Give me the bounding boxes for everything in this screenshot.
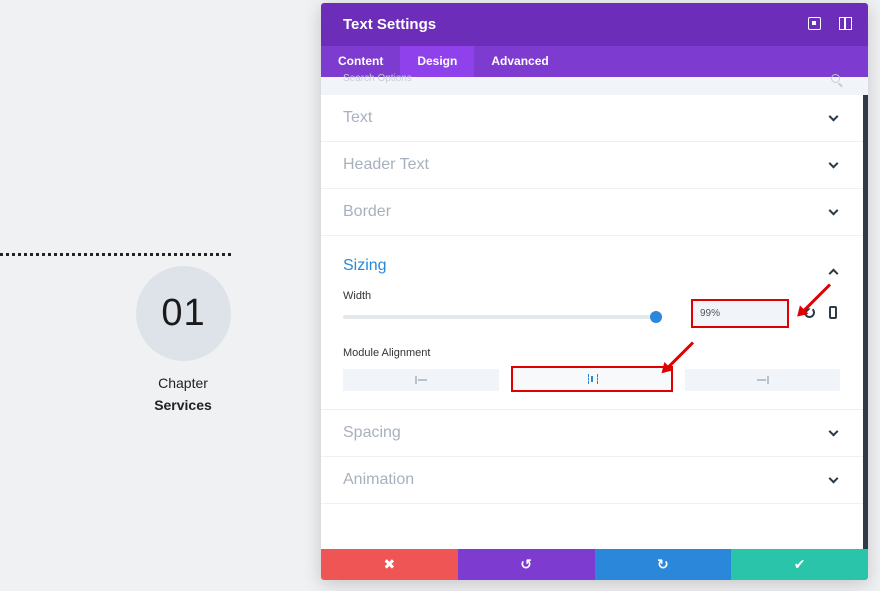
sizing-title[interactable]: Sizing — [343, 257, 387, 275]
align-center-button[interactable] — [511, 366, 673, 392]
width-slider-track[interactable] — [343, 315, 655, 319]
redo-button[interactable]: ↻ — [594, 549, 732, 580]
search-input[interactable] — [343, 73, 803, 84]
modal-title: Text Settings — [343, 16, 437, 33]
chevron-down-icon — [828, 158, 839, 169]
section-sizing: Sizing Width 99% Module Alignment — [321, 236, 863, 410]
expand-icon[interactable] — [808, 17, 821, 30]
section-spacing[interactable]: Spacing — [321, 410, 863, 457]
checkmark-icon: ✔ — [793, 556, 806, 572]
close-icon: ✖ — [383, 556, 396, 572]
section-title: Border — [343, 203, 392, 220]
section-text[interactable]: Text — [321, 95, 863, 142]
scrollbar[interactable] — [863, 95, 868, 549]
alignment-label: Module Alignment — [343, 347, 431, 359]
chevron-down-icon — [828, 111, 839, 122]
mobile-icon[interactable] — [829, 306, 837, 319]
sidebar-toggle-icon[interactable] — [839, 17, 852, 30]
undo-button[interactable]: ↺ — [457, 549, 595, 580]
chapter-number-circle: 01 — [136, 266, 231, 361]
text-settings-modal: Text Settings Content Design Advanced Te… — [321, 3, 868, 580]
align-right-icon — [756, 376, 769, 384]
redo-icon: ↻ — [657, 556, 669, 572]
align-center-icon — [586, 374, 598, 384]
align-right-button[interactable] — [685, 369, 840, 391]
section-border[interactable]: Border — [321, 189, 863, 236]
section-title: Spacing — [343, 424, 401, 441]
section-title: Header Text — [343, 156, 429, 173]
chevron-down-icon — [828, 473, 839, 484]
align-left-icon — [415, 376, 427, 384]
chevron-down-icon — [828, 426, 839, 437]
section-header-text[interactable]: Header Text — [321, 142, 863, 189]
chapter-label: Chapter — [158, 375, 208, 391]
cancel-button[interactable]: ✖ — [321, 549, 458, 580]
chevron-up-icon[interactable] — [828, 268, 839, 279]
align-left-button[interactable] — [343, 369, 499, 391]
search-bar — [321, 73, 868, 95]
save-button[interactable]: ✔ — [731, 549, 868, 580]
search-icon — [831, 74, 840, 83]
dotted-divider — [0, 253, 231, 256]
section-title: Text — [343, 109, 373, 126]
chapter-subtitle: Services — [154, 397, 212, 413]
width-label: Width — [343, 290, 372, 302]
undo-icon: ↺ — [520, 556, 532, 572]
chapter-number: 01 — [161, 292, 206, 334]
modal-footer: ✖ ↺ ↻ ✔ — [321, 549, 868, 580]
width-value: 99% — [700, 308, 721, 319]
chevron-down-icon — [828, 205, 839, 216]
width-slider-handle[interactable] — [650, 311, 662, 323]
section-title: Animation — [343, 471, 415, 488]
width-value-input[interactable]: 99% — [691, 299, 789, 328]
settings-scroll-area: Text Header Text Border Sizing Width 99%… — [321, 95, 868, 549]
header-icons — [808, 17, 852, 30]
section-animation[interactable]: Animation — [321, 457, 863, 504]
modal-header: Text Settings — [321, 3, 868, 46]
